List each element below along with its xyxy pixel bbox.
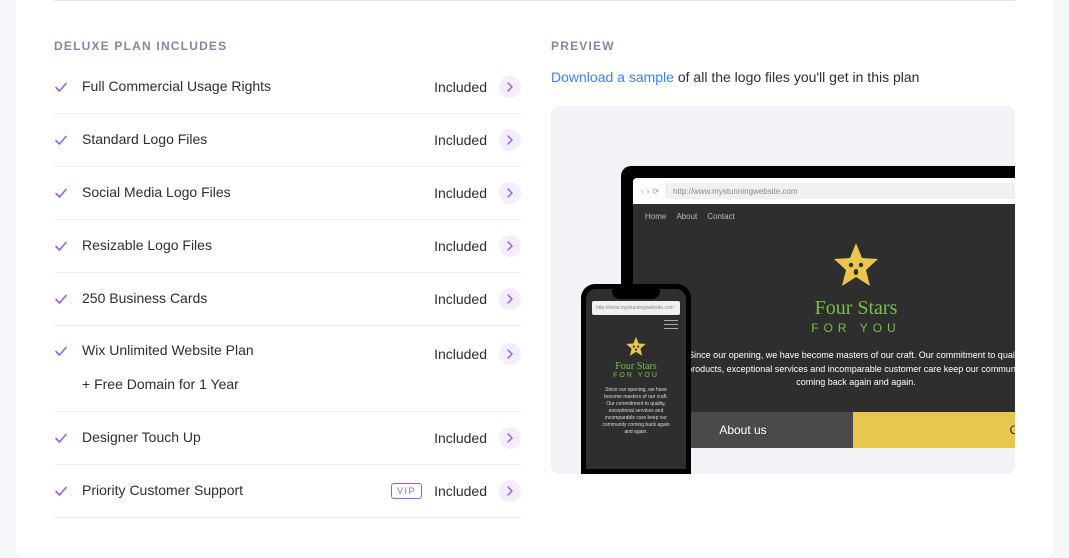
preview-description: Download a sample of all the logo files … bbox=[551, 67, 1015, 88]
check-icon bbox=[54, 431, 68, 445]
feature-title: Standard Logo Files bbox=[82, 130, 434, 150]
nav-contact: Contact bbox=[707, 212, 735, 221]
phone-url: http://www.mystunningwebsite.com bbox=[592, 301, 680, 315]
browser-url: http://www.mystunningwebsite.com bbox=[665, 183, 1015, 199]
included-label: Included bbox=[434, 291, 487, 307]
check-icon bbox=[54, 344, 68, 358]
feature-list: Full Commercial Usage RightsIncludedStan… bbox=[54, 61, 521, 518]
included-label: Included bbox=[434, 430, 487, 446]
phone-site-description: Since our opening, we have become master… bbox=[594, 387, 678, 436]
expand-button[interactable] bbox=[499, 182, 521, 204]
download-sample-link[interactable]: Download a sample bbox=[551, 69, 674, 85]
expand-button[interactable] bbox=[499, 76, 521, 98]
feature-row: Resizable Logo FilesIncluded bbox=[54, 220, 521, 273]
expand-button[interactable] bbox=[499, 480, 521, 502]
phone-mockup: http://www.mystunningwebsite.com Four St… bbox=[581, 284, 691, 474]
chevron-right-icon bbox=[507, 433, 513, 443]
feature-title: Social Media Logo Files bbox=[82, 183, 434, 203]
check-icon bbox=[54, 80, 68, 94]
phone-brand-tagline: FOR YOU bbox=[594, 372, 678, 379]
feature-row: Priority Customer SupportVIP Included bbox=[54, 465, 521, 518]
section-divider bbox=[54, 0, 1015, 1]
check-icon bbox=[54, 484, 68, 498]
chevron-right-icon bbox=[507, 82, 513, 92]
nav-about: About bbox=[676, 212, 697, 221]
feature-title: Designer Touch Up bbox=[82, 428, 434, 448]
feature-row: Designer Touch UpIncluded bbox=[54, 412, 521, 465]
brand-tagline: FOR YOU bbox=[653, 321, 1015, 335]
phone-brand-name: Four Stars bbox=[594, 361, 678, 372]
included-label: Included bbox=[434, 132, 487, 148]
included-label: Included bbox=[434, 79, 487, 95]
feature-subtitle: + Free Domain for 1 Year bbox=[82, 375, 434, 395]
feature-row: Standard Logo FilesIncluded bbox=[54, 114, 521, 167]
preview-rest-text: of all the logo files you'll get in this… bbox=[674, 69, 920, 85]
vip-badge: VIP bbox=[391, 483, 422, 499]
included-label: Included bbox=[434, 346, 487, 362]
chevron-right-icon bbox=[507, 241, 513, 251]
expand-button[interactable] bbox=[499, 288, 521, 310]
chevron-right-icon bbox=[507, 135, 513, 145]
star-logo-icon bbox=[831, 241, 881, 291]
preview-mockup: ‹›⟳ http://www.mystunningwebsite.com Hom… bbox=[551, 106, 1015, 474]
star-logo-icon-small bbox=[625, 336, 647, 358]
chevron-right-icon bbox=[507, 188, 513, 198]
tab-our-service: Our Service bbox=[853, 412, 1015, 448]
feature-title: Resizable Logo Files bbox=[82, 236, 434, 256]
chevron-right-icon bbox=[507, 486, 513, 496]
nav-home: Home bbox=[645, 212, 666, 221]
check-icon bbox=[54, 239, 68, 253]
included-label: Included bbox=[434, 185, 487, 201]
check-icon bbox=[54, 133, 68, 147]
expand-button[interactable] bbox=[499, 343, 521, 365]
hamburger-icon bbox=[664, 320, 678, 330]
included-label: Included bbox=[434, 238, 487, 254]
expand-button[interactable] bbox=[499, 427, 521, 449]
plan-includes-heading: DELUXE PLAN INCLUDES bbox=[54, 39, 521, 53]
feature-row: 250 Business CardsIncluded bbox=[54, 273, 521, 326]
check-icon bbox=[54, 292, 68, 306]
feature-title: Full Commercial Usage Rights bbox=[82, 77, 434, 97]
browser-nav-icons: ‹›⟳ bbox=[641, 187, 659, 196]
feature-row: Full Commercial Usage RightsIncluded bbox=[54, 61, 521, 114]
feature-title: Priority Customer Support bbox=[82, 481, 391, 501]
phone-notch bbox=[612, 289, 660, 299]
site-nav: Home About Contact bbox=[633, 204, 1015, 229]
feature-row: Wix Unlimited Website Plan + Free Domain … bbox=[54, 326, 521, 412]
check-icon bbox=[54, 186, 68, 200]
chevron-right-icon bbox=[507, 349, 513, 359]
feature-title: Wix Unlimited Website Plan bbox=[82, 341, 434, 361]
feature-title: 250 Business Cards bbox=[82, 289, 434, 309]
feature-row: Social Media Logo FilesIncluded bbox=[54, 167, 521, 220]
included-label: Included bbox=[434, 483, 487, 499]
expand-button[interactable] bbox=[499, 235, 521, 257]
expand-button[interactable] bbox=[499, 129, 521, 151]
browser-bar: ‹›⟳ http://www.mystunningwebsite.com bbox=[633, 178, 1015, 204]
chevron-right-icon bbox=[507, 294, 513, 304]
preview-heading: PREVIEW bbox=[551, 39, 1015, 53]
site-description: Since our opening, we have become master… bbox=[676, 349, 1015, 390]
brand-name: Four Stars bbox=[653, 297, 1015, 320]
